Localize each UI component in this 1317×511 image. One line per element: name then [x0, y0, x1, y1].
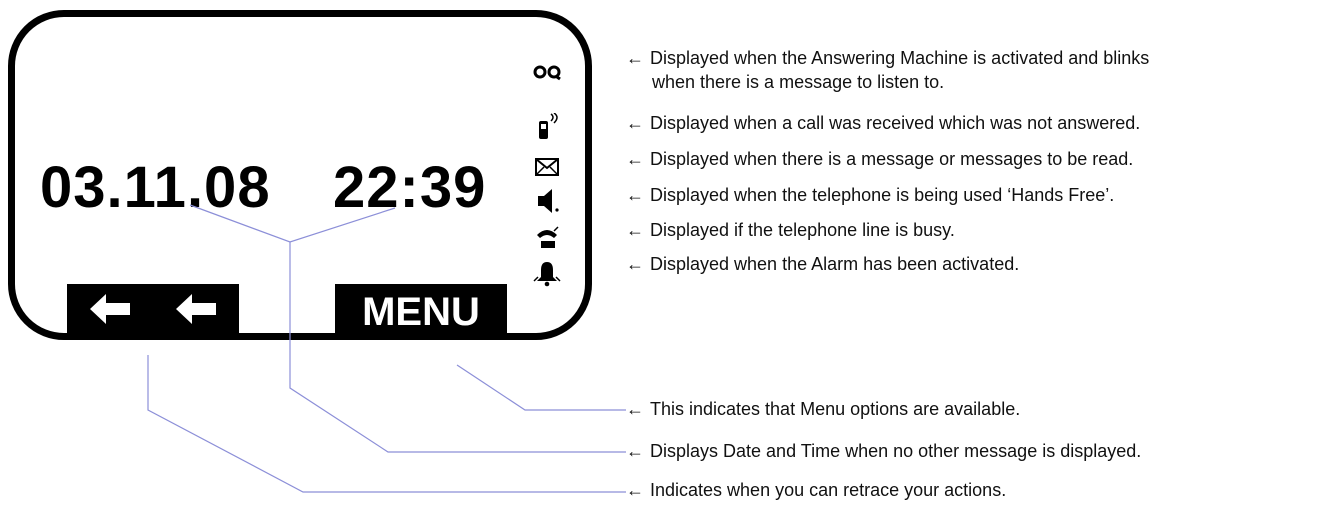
line-busy-icon — [530, 223, 564, 251]
back-arrow-icon — [88, 290, 132, 333]
hands-free-note: ← Displayed when the telephone is being u… — [626, 185, 1115, 205]
answering-machine-icon — [530, 57, 564, 85]
line-busy-note: ← Displayed if the telephone line is busy… — [626, 220, 955, 240]
speaker-icon — [530, 187, 564, 215]
missed-call-note: ← Displayed when a call was received whic… — [626, 113, 1141, 133]
back-softkey[interactable] — [67, 284, 239, 333]
back-arrow-icon — [174, 290, 218, 333]
answering-machine-note: ← Displayed when the Answering Machine is… — [626, 48, 1150, 92]
retrace-leader-line — [147, 355, 626, 493]
lcd-display: 03.11.08 22:39 MENU — [8, 10, 592, 340]
menu-note: ← This indicates that Menu options are av… — [626, 399, 1021, 419]
alarm-note: ← Displayed when the Alarm has been activ… — [626, 254, 1020, 274]
message-note: ← Displayed when there is a message or me… — [626, 149, 1134, 169]
date-time-note: ← Displays Date and Time when no other me… — [626, 441, 1142, 461]
retrace-note: ← Indicates when you can retrace your act… — [626, 480, 1007, 500]
menu-leader-line — [456, 364, 626, 411]
menu-label: MENU — [362, 289, 480, 334]
menu-softkey[interactable]: MENU — [335, 284, 507, 334]
date-readout: 03.11.08 — [40, 155, 271, 220]
missed-call-icon — [530, 113, 564, 141]
alarm-bell-icon — [530, 259, 564, 287]
envelope-icon — [530, 153, 564, 181]
time-readout: 22:39 — [333, 155, 487, 220]
